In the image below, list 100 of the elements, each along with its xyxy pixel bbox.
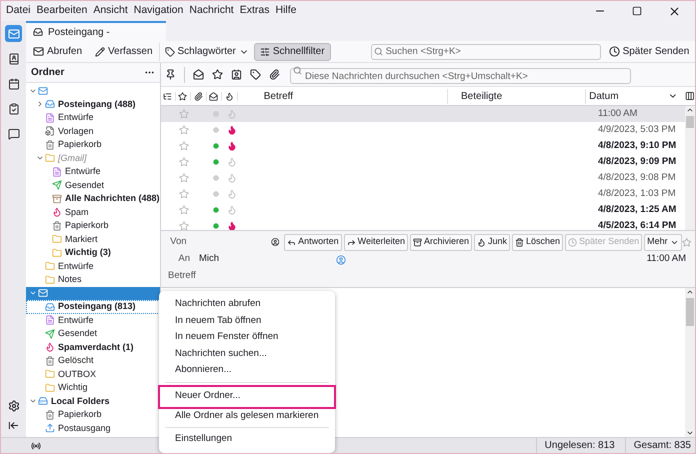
star-icon[interactable]: [682, 236, 691, 248]
message-row[interactable]: 4/8/2023, 9:08 PM: [161, 170, 685, 186]
pin-icon[interactable]: [165, 69, 176, 80]
status-dot-icon[interactable]: [213, 207, 219, 213]
folder-row[interactable]: Alle Nachrichten (488): [26, 192, 160, 206]
quick-filter-button[interactable]: Schnellfilter: [254, 42, 331, 60]
folder-row[interactable]: Notes: [26, 273, 160, 286]
action-button[interactable]: Archivieren: [410, 234, 472, 250]
star-icon[interactable]: [212, 69, 223, 80]
action-button[interactable]: Weiterleiten: [344, 234, 408, 250]
column-header[interactable]: Beteiligte: [448, 88, 586, 104]
menu-item[interactable]: Abonnieren...: [159, 362, 335, 378]
get-messages-button[interactable]: Abrufen: [30, 42, 86, 60]
column-picker-icon[interactable]: [685, 91, 695, 101]
envelope-icon[interactable]: [209, 92, 218, 100]
message-row[interactable]: 4/9/2023, 5:03 PM: [161, 122, 685, 138]
more-button[interactable]: Mehr: [644, 234, 682, 250]
mail-icon[interactable]: [5, 25, 22, 42]
folder-row[interactable]: Spam: [26, 206, 160, 219]
menu-item[interactable]: In neuem Tab öffnen: [159, 312, 335, 329]
star-icon[interactable]: [179, 141, 189, 151]
tab[interactable]: Posteingang -: [26, 21, 166, 41]
folder-row[interactable]: Papierkorb: [26, 138, 160, 152]
menu-item[interactable]: Navigation: [130, 3, 186, 19]
menu-item[interactable]: In neuem Fenster öffnen: [159, 329, 335, 346]
status-dot-icon[interactable]: [213, 191, 219, 197]
folder-row[interactable]: Gesendet: [26, 178, 160, 192]
message-row[interactable]: 4/8/2023, 1:25 AM: [161, 202, 685, 218]
folder-row[interactable]: Entwürfe: [26, 111, 160, 124]
send-later-button[interactable]: Später Senden: [608, 42, 690, 60]
star-icon[interactable]: [179, 157, 189, 167]
message-row[interactable]: 4/8/2023, 1:03 PM: [161, 186, 685, 202]
menu-item[interactable]: Einstellungen: [159, 431, 335, 448]
menu-item[interactable]: Datei: [3, 3, 34, 19]
folder-row[interactable]: [Gmail]: [26, 152, 160, 165]
status-dot-icon[interactable]: [213, 223, 219, 229]
star-icon[interactable]: [178, 92, 188, 100]
star-icon[interactable]: [179, 205, 189, 215]
folder-row[interactable]: Vorlagen: [26, 124, 160, 138]
status-dot-icon[interactable]: [213, 143, 219, 149]
folder-row[interactable]: Gesendet: [26, 327, 160, 340]
maximize-icon[interactable]: [632, 6, 642, 16]
search-field[interactable]: Suchen <Strg+K>: [370, 44, 601, 60]
menu-item[interactable]: Alle Ordner als gelesen markieren: [159, 408, 335, 424]
settings-icon[interactable]: [8, 400, 20, 412]
menu-item[interactable]: Nachricht: [186, 3, 237, 19]
scroll-down-icon[interactable]: [686, 429, 694, 437]
menu-item[interactable]: Ansicht: [90, 3, 131, 19]
message-row[interactable]: 4/8/2023, 9:09 PM: [161, 154, 685, 170]
menu-item[interactable]: Neuer Ordner...: [159, 386, 335, 408]
folder-row[interactable]: Posteingang (813): [26, 300, 160, 314]
menu-item[interactable]: Extras: [236, 3, 272, 19]
online-status-icon[interactable]: [31, 440, 41, 450]
star-icon[interactable]: [179, 173, 189, 183]
folder-row[interactable]: Wichtig (3): [26, 246, 160, 260]
folder-row[interactable]: Posteingang (488): [26, 98, 160, 111]
scroll-up-icon[interactable]: [686, 106, 694, 114]
menu-item[interactable]: Nachrichten abrufen: [159, 296, 335, 312]
scrollbar-thumb[interactable]: [686, 116, 694, 128]
contact-icon[interactable]: [270, 237, 280, 247]
status-dot-icon[interactable]: [213, 159, 219, 165]
folder-row[interactable]: Entwürfe: [26, 314, 160, 327]
close-icon[interactable]: [668, 4, 681, 18]
folder-row[interactable]: Markiert: [26, 232, 160, 246]
contact-icon[interactable]: [231, 69, 242, 80]
compose-button[interactable]: Verfassen: [89, 42, 160, 60]
star-icon[interactable]: [179, 109, 189, 119]
star-icon[interactable]: [179, 221, 189, 230]
folder-row[interactable]: OUTBOX: [26, 368, 160, 381]
envelope-icon[interactable]: [193, 69, 204, 80]
collapse-icon[interactable]: [8, 420, 19, 431]
tags-button[interactable]: Schlagwörter: [160, 42, 254, 60]
status-dot-icon[interactable]: [213, 127, 219, 133]
folder-row[interactable]: [26, 286, 160, 300]
folder-row[interactable]: Gelöscht: [26, 354, 160, 368]
folder-row[interactable]: Entwürfe: [26, 260, 160, 273]
search-field[interactable]: Diese Nachrichten durchsuchen <Strg+Umschalt+K>: [290, 68, 631, 84]
column-header[interactable]: Datum: [586, 88, 668, 104]
message-row[interactable]: 4/5/2023, 6:14 PM: [161, 218, 685, 230]
flame-icon[interactable]: [224, 92, 234, 100]
column-header[interactable]: Betreff: [238, 88, 448, 104]
folder-row[interactable]: Papierkorb: [26, 408, 160, 422]
folder-row[interactable]: Local Folders: [26, 394, 160, 408]
action-button[interactable]: Antworten: [284, 234, 342, 250]
message-row[interactable]: 4/8/2023, 9:10 PM: [161, 138, 685, 154]
scrollbar-thumb[interactable]: [686, 298, 694, 326]
menu-item[interactable]: Hilfe: [272, 3, 300, 19]
scroll-up-icon[interactable]: [686, 288, 694, 296]
menu-item[interactable]: Bearbeiten: [34, 3, 90, 19]
tag-icon[interactable]: [250, 69, 261, 80]
menu-item[interactable]: Nachrichten suchen...: [159, 346, 335, 362]
recipient[interactable]: Mich: [199, 252, 220, 267]
message-row[interactable]: 11:00 AM: [161, 106, 685, 122]
folder-row[interactable]: Postausgang: [26, 422, 160, 435]
folder-row[interactable]: Wichtig: [26, 381, 160, 394]
star-icon[interactable]: [179, 189, 189, 199]
folder-row[interactable]: Papierkorb: [26, 219, 160, 232]
attachment-icon[interactable]: [194, 92, 203, 100]
status-dot-icon[interactable]: [213, 111, 219, 117]
thread-icon[interactable]: [163, 92, 172, 100]
